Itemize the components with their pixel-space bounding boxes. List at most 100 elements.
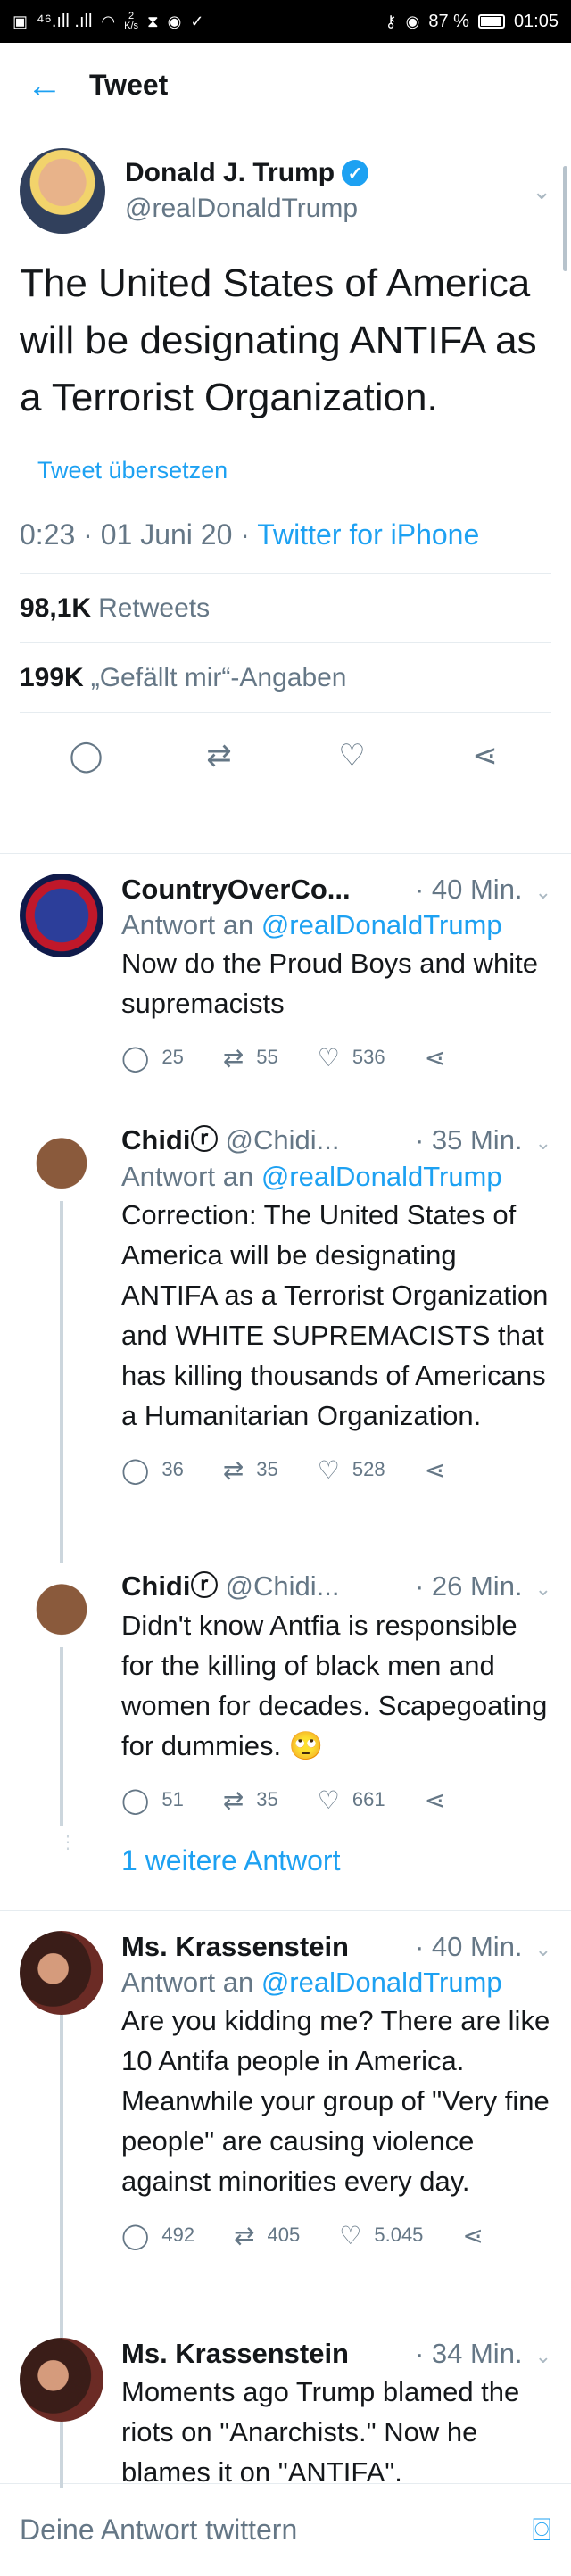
- like-button[interactable]: ♡ 5.045: [339, 2221, 423, 2250]
- page-title: Tweet: [89, 69, 169, 101]
- reply-author-name[interactable]: Chidiⓡ: [121, 1117, 219, 1157]
- retweet-icon: ⇄: [222, 1043, 244, 1072]
- heart-icon: ♡: [317, 1455, 340, 1484]
- more-replies-dots-icon: ⋮: [59, 1833, 77, 1852]
- reply-author-name[interactable]: Ms. Krassenstein: [121, 1931, 349, 1963]
- reply-time: · 35 Min.: [414, 1124, 523, 1155]
- avatar[interactable]: [20, 1931, 103, 2015]
- reply-button[interactable]: ◯ 36: [121, 1455, 184, 1485]
- key-icon: ⚷: [385, 12, 397, 30]
- comment-count: 51: [161, 1788, 184, 1810]
- retweets-label: Retweets: [98, 592, 211, 623]
- likes-stat[interactable]: 199K „Gefällt mir“-Angaben: [20, 643, 551, 713]
- share-icon: ⋖: [462, 2221, 484, 2249]
- reply-author-handle[interactable]: @Chidi...: [226, 1124, 340, 1156]
- arrow-left-icon[interactable]: ←: [0, 68, 89, 104]
- avatar[interactable]: [20, 1563, 103, 1647]
- reply-icon[interactable]: ◯: [60, 738, 113, 774]
- comment-icon: ◯: [121, 1785, 150, 1814]
- like-count: 536: [352, 1046, 385, 1068]
- tweet-text: The United States of America will be des…: [20, 261, 537, 419]
- chevron-down-icon[interactable]: ⌄: [535, 2345, 551, 2368]
- reply-to-prefix: Antwort an: [121, 1967, 261, 1998]
- more-replies-link[interactable]: 1 weitere Antwort: [121, 1837, 551, 1877]
- reply-author-handle[interactable]: @Chidi...: [226, 1570, 340, 1603]
- reply-button[interactable]: ◯ 51: [121, 1785, 184, 1815]
- list-item[interactable]: Ms. Krassenstein · 40 Min. ⌄ Antwort an …: [0, 1911, 571, 2318]
- list-item[interactable]: Chidiⓡ @Chidi... · 35 Min. ⌄ Antwort an …: [0, 1097, 571, 1544]
- thread-line: [60, 1201, 63, 1544]
- mention-link[interactable]: @realDonaldTrump: [261, 1161, 502, 1192]
- tweet-author: Donald J. Trump ✓ @realDonaldTrump ⌄: [20, 146, 551, 236]
- mention-link[interactable]: @realDonaldTrump: [261, 909, 502, 940]
- retweet-icon: ⇄: [222, 1785, 244, 1814]
- retweet-button[interactable]: ⇄ 55: [223, 1043, 278, 1073]
- avatar[interactable]: [20, 874, 103, 957]
- verified-badge-icon: ✓: [342, 160, 369, 186]
- share-button[interactable]: ⋖: [462, 2221, 483, 2250]
- avatar[interactable]: [20, 2338, 103, 2422]
- reply-time: · 40 Min.: [414, 874, 523, 905]
- reply-time: · 34 Min.: [414, 2338, 523, 2369]
- reply-input[interactable]: Deine Antwort twittern: [20, 2514, 532, 2547]
- retweet-button[interactable]: ⇄ 405: [234, 2221, 300, 2250]
- sim-icon: ▣: [12, 12, 29, 30]
- battery-percent: 87 %: [428, 11, 469, 31]
- tweet-actions: ◯ ⇄ ♡ ⋖: [20, 713, 551, 799]
- heart-icon[interactable]: ♡: [326, 738, 379, 774]
- retweet-count: 35: [256, 1458, 278, 1480]
- avatar[interactable]: [20, 1117, 103, 1201]
- chevron-down-icon[interactable]: ⌄: [532, 178, 551, 205]
- reply-author-name[interactable]: Chidiⓡ: [121, 1563, 219, 1603]
- like-count: 661: [352, 1788, 385, 1810]
- retweet-icon[interactable]: ⇄: [193, 738, 246, 774]
- author-name[interactable]: Donald J. Trump: [125, 158, 335, 188]
- chevron-down-icon[interactable]: ⌄: [535, 1131, 551, 1155]
- retweet-count: 405: [267, 2224, 301, 2246]
- share-button[interactable]: ⋖: [425, 1785, 445, 1815]
- translate-link[interactable]: Tweet übersetzen: [37, 457, 551, 485]
- author-handle[interactable]: @realDonaldTrump: [125, 194, 532, 224]
- reply-composer[interactable]: Deine Antwort twittern ⌼: [0, 2483, 571, 2576]
- share-icon: ⋖: [424, 1455, 446, 1484]
- share-button[interactable]: ⋖: [425, 1455, 445, 1485]
- retweet-button[interactable]: ⇄ 35: [223, 1785, 278, 1815]
- camera-icon[interactable]: ⌼: [532, 2511, 551, 2549]
- thread-line: [60, 1647, 63, 1826]
- avatar[interactable]: [20, 148, 105, 234]
- comment-count: 25: [161, 1046, 184, 1068]
- reply-text: Moments ago Trump blamed the riots on "A…: [121, 2376, 520, 2488]
- tweet-meta: 0:23 · 01 Juni 20 · Twitter for iPhone: [20, 518, 551, 574]
- tweet-timestamp: 0:23 · 01 Juni 20 ·: [20, 518, 258, 551]
- like-button[interactable]: ♡ 528: [318, 1455, 385, 1485]
- reply-button[interactable]: ◯ 492: [121, 2221, 194, 2250]
- app-header: ← Tweet: [0, 43, 571, 128]
- comment-icon: ◯: [121, 2221, 150, 2249]
- reply-text: Are you kidding me? There are like 10 An…: [121, 2005, 550, 2197]
- tweet-source-link[interactable]: Twitter for iPhone: [257, 518, 479, 551]
- chevron-down-icon[interactable]: ⌄: [535, 1578, 551, 1601]
- list-item[interactable]: Ms. Krassenstein · 34 Min. ⌄ Moments ago…: [0, 2318, 571, 2488]
- speed-unit: K/s: [124, 21, 139, 31]
- wifi-icon: ◠: [101, 12, 116, 30]
- chevron-down-icon[interactable]: ⌄: [535, 881, 551, 904]
- share-icon[interactable]: ⋖: [459, 738, 512, 774]
- list-item[interactable]: CountryOverCo... · 40 Min. ⌄ Antwort an …: [0, 854, 571, 1097]
- reply-author-name[interactable]: Ms. Krassenstein: [121, 2338, 349, 2370]
- chevron-down-icon[interactable]: ⌄: [535, 1938, 551, 1961]
- reply-author-name[interactable]: CountryOverCo...: [121, 874, 351, 906]
- thread-line: [60, 1544, 63, 1563]
- retweet-button[interactable]: ⇄ 35: [223, 1455, 278, 1485]
- list-item[interactable]: ⋮ Chidiⓡ @Chidi... · 26 Min. ⌄ Didn't kn…: [0, 1544, 571, 1911]
- retweets-stat[interactable]: 98,1K Retweets: [20, 574, 551, 643]
- share-button[interactable]: ⋖: [425, 1043, 445, 1073]
- reply-to: Antwort an @realDonaldTrump: [121, 909, 551, 941]
- like-button[interactable]: ♡ 661: [318, 1785, 385, 1815]
- reply-text: Now do the Proud Boys and white supremac…: [121, 948, 538, 1019]
- reply-button[interactable]: ◯ 25: [121, 1043, 184, 1073]
- reply-text: Didn't know Antfia is responsible for th…: [121, 1610, 548, 1761]
- share-icon: ⋖: [424, 1043, 446, 1072]
- mention-link[interactable]: @realDonaldTrump: [261, 1967, 502, 1998]
- eye-icon: ◉: [405, 12, 420, 30]
- like-button[interactable]: ♡ 536: [318, 1043, 385, 1073]
